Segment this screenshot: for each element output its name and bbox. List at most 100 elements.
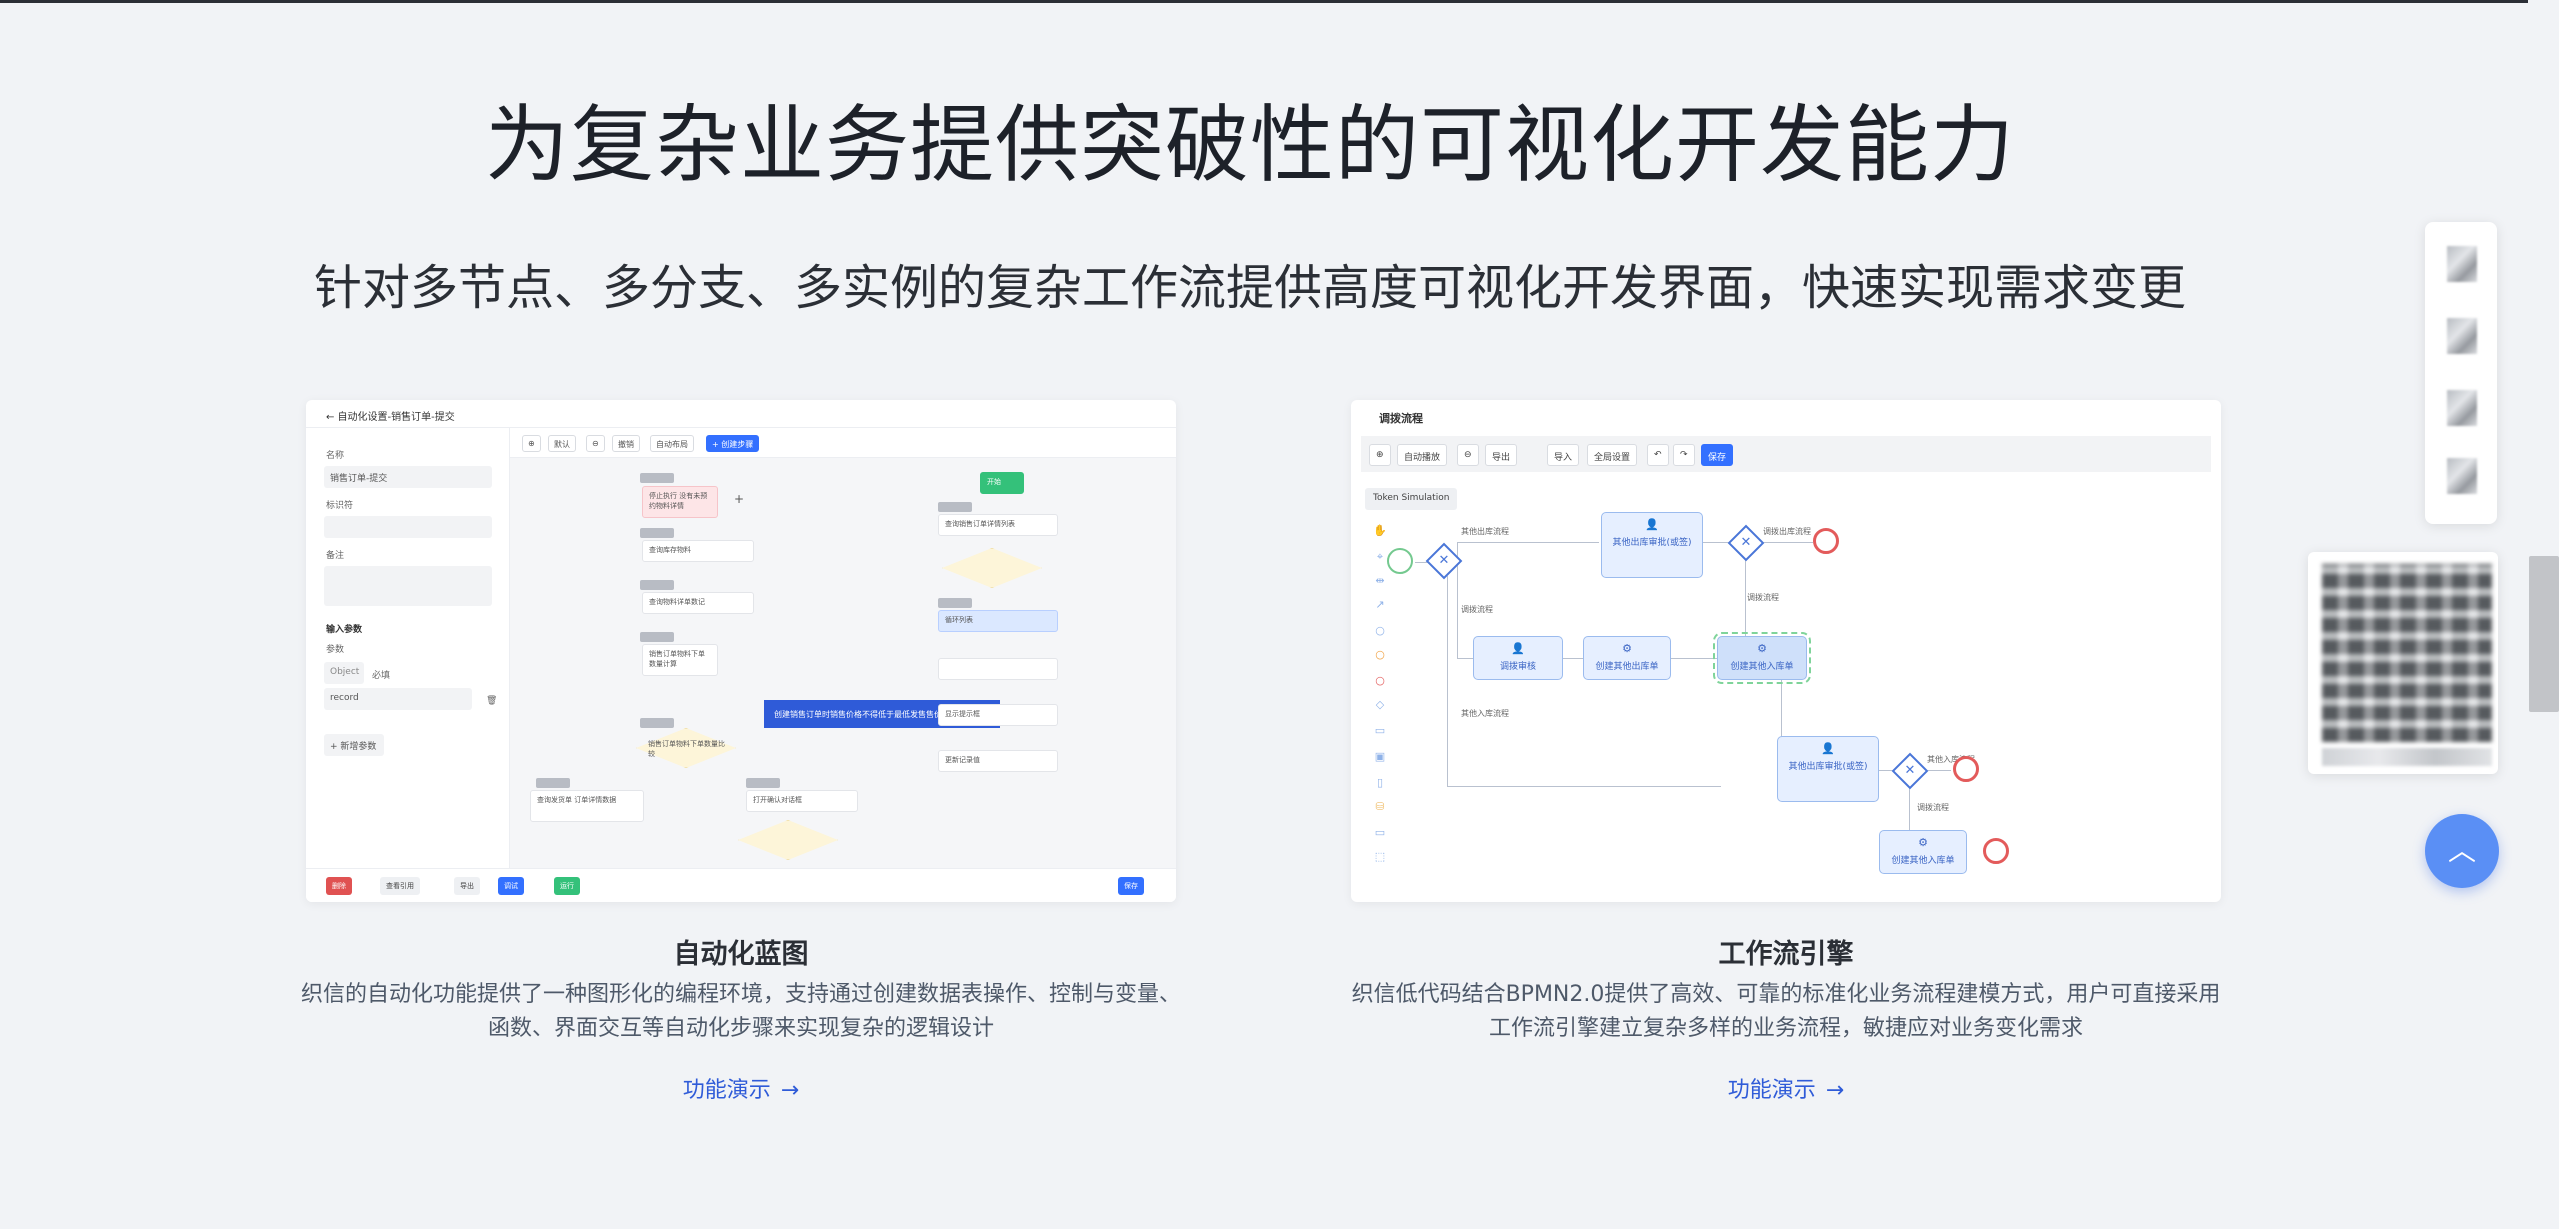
name-label: 名称 [326, 451, 345, 461]
scrollbar-thumb[interactable] [2529, 556, 2559, 712]
node-query-stock[interactable]: 查询库存物料 [642, 540, 754, 562]
node-judge[interactable] [942, 548, 1042, 588]
flow-label-out-flow: 调拨出库流程 [1763, 527, 1811, 536]
token-simulation-toggle[interactable]: Token Simulation [1365, 488, 1458, 510]
contact-icon[interactable] [2447, 318, 2477, 354]
toolbar-undo[interactable]: 撤销 [612, 435, 640, 452]
subprocess-icon[interactable]: ▣ [1373, 750, 1387, 764]
floating-contact-panel [2425, 222, 2497, 524]
node-loop-child[interactable] [938, 658, 1058, 680]
service-task-icon: ⚙ [1918, 836, 1928, 849]
zoom-out-icon[interactable]: ⊖ [1457, 444, 1479, 466]
node-update[interactable]: 更新记录值 [938, 750, 1058, 772]
toolbar-import[interactable]: 导入 [1547, 444, 1580, 466]
node-tag [536, 778, 570, 788]
back-to-top-button[interactable]: ︿ [2425, 814, 2499, 888]
lasso-tool-icon[interactable]: ⌖ [1373, 550, 1387, 564]
feature-title-automation: 自动化蓝图 [673, 939, 809, 970]
task-create-out[interactable]: ⚙ 创建其他出库单 [1583, 636, 1671, 680]
demo-link-workflow[interactable]: 功能演示 → [1286, 1072, 2286, 1104]
view-ref-button[interactable]: 查看引用 [380, 877, 420, 895]
flow-line [1745, 558, 1746, 640]
task-approve-top[interactable]: 👤 其他出库审批(或签) [1601, 512, 1703, 578]
feature-title-workflow: 工作流引擎 [1718, 939, 1854, 970]
toolbar-create-step[interactable]: + 创建步骤 [706, 435, 760, 452]
trash-icon[interactable]: 🗑 [486, 696, 497, 706]
task-review[interactable]: 👤 调拨审核 [1473, 636, 1563, 680]
demo-link-automation[interactable]: 功能演示 → [241, 1072, 1241, 1104]
required-checkbox[interactable]: 必填 [372, 668, 390, 681]
node-open-confirm[interactable]: 打开确认对话框 [746, 790, 858, 812]
automation-header: ← 自动化设置-销售订单-提交 [306, 400, 1176, 428]
toolbar-global[interactable]: 全局设置 [1587, 444, 1638, 466]
end-event-icon[interactable]: ○ [1373, 674, 1387, 688]
exclusive-gateway-3[interactable]: ✕ [1891, 752, 1929, 790]
add-param-button[interactable]: + 新增参数 [324, 734, 384, 756]
node-loop[interactable]: 循环列表 [938, 610, 1058, 632]
name-field[interactable]: 销售订单-提交 [324, 466, 492, 488]
exclusive-gateway-2[interactable]: ✕ [1727, 524, 1765, 562]
start-event-icon[interactable]: ○ [1373, 624, 1387, 638]
debug-button[interactable]: 调试 [498, 877, 524, 895]
service-task-icon: ⚙ [1757, 642, 1767, 655]
node-tag [640, 473, 674, 483]
data-object-icon[interactable]: ▯ [1373, 776, 1387, 790]
hand-tool-icon[interactable]: ✋ [1373, 524, 1387, 538]
contact-icon[interactable] [2447, 246, 2477, 282]
contact-icon[interactable] [2447, 458, 2477, 494]
node-query-deliver[interactable]: 查询发货单 订单详情数据 [530, 790, 644, 822]
node-query-sale[interactable]: 查询销售订单详情列表 [938, 514, 1058, 536]
flow-line [1909, 784, 1910, 830]
user-task-icon: 👤 [1645, 518, 1659, 531]
zoom-in-icon[interactable]: ⊕ [522, 435, 541, 452]
toolbar-auto-play[interactable]: 自动播放 [1397, 444, 1448, 466]
param-value-field[interactable]: record [324, 688, 472, 710]
space-tool-icon[interactable]: ⇹ [1373, 574, 1387, 588]
end-event-1[interactable] [1813, 528, 1839, 554]
run-button[interactable]: 运行 [554, 877, 580, 895]
node-stop[interactable]: 停止执行 没有未预约物料详情 [642, 486, 718, 518]
contact-icon[interactable] [2447, 390, 2477, 426]
task-create-in[interactable]: ⚙ 创建其他入库单 [1713, 632, 1811, 684]
end-event-2[interactable] [1953, 756, 1979, 782]
id-field[interactable] [324, 516, 492, 538]
task-icon[interactable]: ▭ [1373, 724, 1387, 738]
node-query-detail[interactable]: 查询物料详单数记 [642, 592, 754, 614]
data-store-icon[interactable]: ⛁ [1373, 800, 1387, 814]
connect-tool-icon[interactable]: ↗ [1373, 598, 1387, 612]
automation-sidebar: 名称 销售订单-提交 标识符 备注 输入参数 参数 Object 必填 reco… [306, 428, 510, 868]
toolbar-export[interactable]: 导出 [1485, 444, 1518, 466]
desc-line: 织信低代码结合BPMN2.0提供了高效、可靠的标准化业务流程建模方式，用户可直接… [1351, 982, 2221, 1007]
zoom-in-icon[interactable]: ⊕ [1369, 444, 1391, 466]
task-create-in2[interactable]: ⚙ 创建其他入库单 [1879, 830, 1967, 874]
remark-field[interactable] [324, 566, 492, 606]
start-event[interactable] [1387, 548, 1413, 574]
toolbar-auto-layout[interactable]: 自动布局 [650, 435, 694, 452]
group-icon[interactable]: ⬚ [1373, 850, 1387, 864]
param-type-select[interactable]: Object [324, 662, 364, 684]
task-label: 调拨审核 [1499, 662, 1536, 672]
page-title: 为复杂业务提供突破性的可视化开发能力 [484, 96, 2015, 194]
zoom-out-icon[interactable]: ⊖ [586, 435, 605, 452]
toolbar-default[interactable]: 默认 [548, 435, 576, 452]
redo-icon[interactable]: ↷ [1673, 444, 1695, 466]
flow-label-transfer: 调拨流程 [1461, 605, 1493, 614]
delete-button[interactable]: 删除 [326, 877, 352, 895]
intermediate-event-icon[interactable]: ○ [1373, 648, 1387, 662]
workflow-engine-screenshot: 调拨流程 ⊕ 自动播放 ⊖ 导出 导入 全局设置 ↶ ↷ 保存 Token Si… [1351, 400, 2221, 902]
node-start[interactable]: 开始 [980, 472, 1024, 494]
plus-icon[interactable]: + [734, 492, 744, 506]
node-check[interactable]: 销售订单物料下单数量计算 [642, 644, 718, 676]
pool-icon[interactable]: ▭ [1373, 826, 1387, 840]
arrow-right-icon: → [780, 1078, 800, 1103]
task-approve-in[interactable]: 👤 其他出库审批(或签) [1777, 736, 1879, 802]
node-show-hint[interactable]: 显示提示框 [938, 704, 1058, 726]
export-button[interactable]: 导出 [454, 877, 480, 895]
save-button[interactable]: 保存 [1118, 877, 1144, 895]
flow-label-transfer3: 调拨流程 [1917, 803, 1949, 812]
gateway-icon[interactable]: ◇ [1373, 698, 1387, 712]
undo-icon[interactable]: ↶ [1647, 444, 1669, 466]
node-cond2[interactable] [738, 820, 838, 860]
end-event-3[interactable] [1983, 838, 2009, 864]
toolbar-save[interactable]: 保存 [1701, 444, 1734, 466]
